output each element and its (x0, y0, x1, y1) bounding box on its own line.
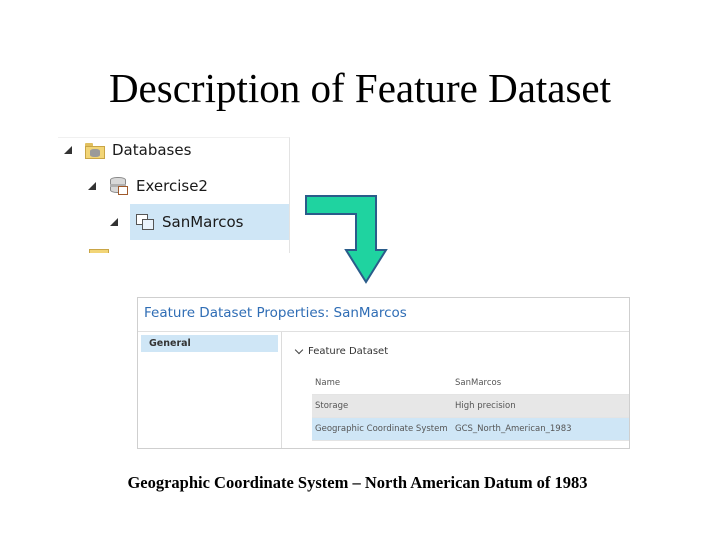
expander-icon[interactable] (64, 146, 72, 154)
property-key: Geographic Coordinate System (315, 424, 448, 434)
geodatabase-icon (108, 176, 130, 196)
feature-dataset-icon (134, 212, 156, 232)
expander-icon[interactable] (88, 182, 96, 190)
property-row-name[interactable]: Name SanMarcos (312, 372, 629, 395)
feature-dataset-properties-dialog: Feature Dataset Properties: SanMarcos Ge… (137, 297, 630, 449)
property-row-coordinate-system[interactable]: Geographic Coordinate System GCS_North_A… (312, 418, 629, 441)
database-folder-icon (84, 140, 106, 160)
tree-item-label: Exercise2 (136, 177, 208, 195)
expander-icon[interactable] (110, 218, 118, 226)
dialog-nav-pane: General (138, 332, 282, 448)
properties-table: Name SanMarcos Storage High precision Ge… (312, 372, 629, 441)
folder-icon (88, 247, 110, 253)
slide-caption: Geographic Coordinate System – North Ame… (127, 473, 588, 492)
tree-item-sanmarcos-row[interactable]: SanMarcos (110, 204, 289, 240)
property-key: Name (315, 378, 341, 388)
dialog-title: Feature Dataset Properties: SanMarcos (144, 305, 407, 321)
property-value: GCS_North_American_1983 (455, 424, 572, 434)
chevron-down-icon[interactable] (294, 345, 304, 355)
bent-down-arrow-icon (305, 195, 388, 284)
property-value: SanMarcos (455, 378, 502, 388)
property-key: Storage (315, 401, 349, 411)
tree-item-exercise2[interactable]: Exercise2 (88, 168, 288, 204)
catalog-tree-panel: Databases Exercise2 SanMarcos (58, 137, 290, 253)
nav-item-general[interactable]: General (141, 335, 278, 352)
property-row-storage[interactable]: Storage High precision (312, 395, 629, 418)
tree-item-label: Databases (112, 141, 192, 159)
section-feature-dataset[interactable]: Feature Dataset (294, 345, 389, 357)
tree-item-label: SanMarcos (162, 213, 244, 231)
section-label: Feature Dataset (308, 346, 389, 357)
tree-item-databases[interactable]: Databases (64, 138, 288, 168)
property-value: High precision (455, 401, 516, 411)
tree-item-sanmarcos[interactable]: SanMarcos (130, 204, 289, 240)
slide-title: Description of Feature Dataset (108, 65, 612, 111)
